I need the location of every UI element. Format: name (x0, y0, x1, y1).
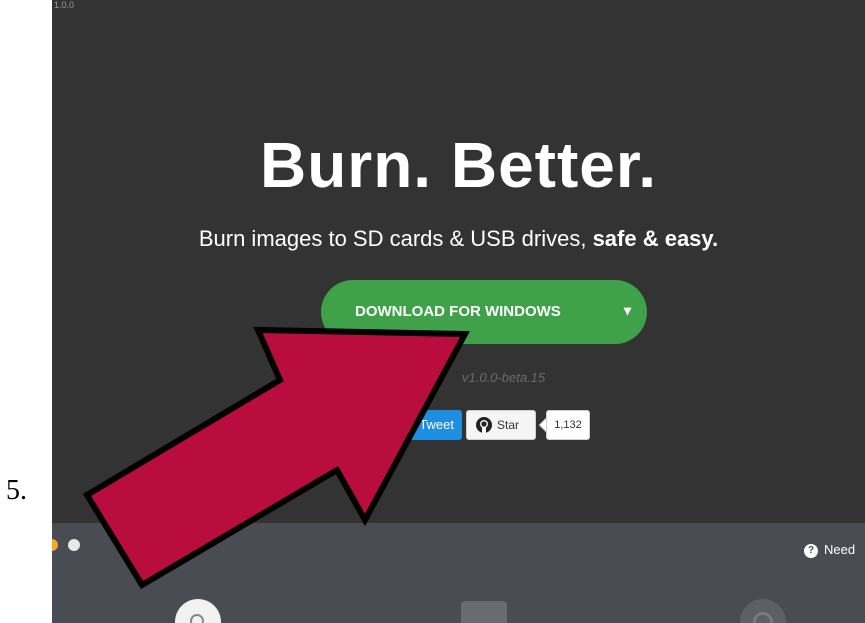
pointer-arrow (82, 326, 470, 590)
step-number: 5. (6, 475, 27, 506)
etcher-screenshot: 1.0.0 Burn. Better. Burn images to SD ca… (52, 0, 865, 623)
